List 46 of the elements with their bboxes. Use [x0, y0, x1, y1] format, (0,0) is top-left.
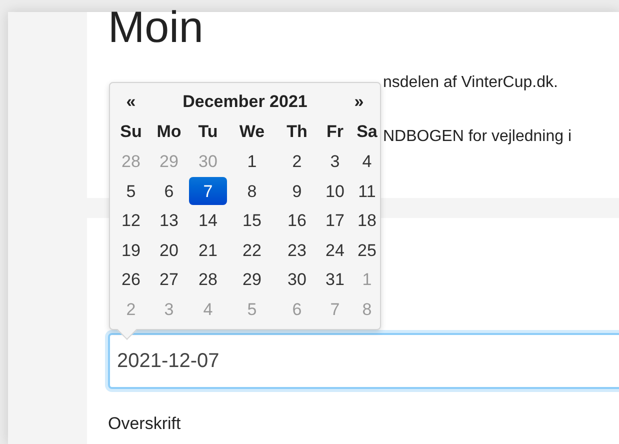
calendar-day[interactable]: 19: [120, 236, 142, 265]
calendar-day[interactable]: 11: [356, 177, 378, 206]
calendar-day[interactable]: 16: [286, 206, 308, 235]
calendar-day[interactable]: 30: [286, 266, 308, 294]
previous-month-button[interactable]: «: [113, 89, 149, 115]
calendar-day[interactable]: 20: [158, 236, 180, 265]
calendar-day[interactable]: 17: [324, 206, 346, 235]
weekday-header: We: [238, 121, 266, 144]
calendar-day[interactable]: 31: [324, 266, 346, 294]
calendar-day[interactable]: 23: [286, 236, 308, 265]
weekday-header: Th: [286, 121, 308, 144]
calendar-day[interactable]: 8: [245, 177, 259, 206]
weekday-header: Tu: [197, 121, 219, 144]
calendar-day[interactable]: 12: [120, 206, 142, 235]
calendar-day[interactable]: 4: [360, 148, 374, 176]
month-title-button[interactable]: December 2021: [149, 89, 341, 115]
calendar-day[interactable]: 21: [196, 236, 220, 265]
calendar-day[interactable]: 13: [158, 206, 180, 235]
calendar-day[interactable]: 27: [158, 266, 180, 294]
calendar-day[interactable]: 28: [196, 266, 220, 294]
calendar-day[interactable]: 25: [356, 236, 378, 265]
calendar-day[interactable]: 1: [245, 148, 259, 176]
weekday-header: Sa: [356, 121, 378, 144]
intro-text: nsdelen af VinterCup.dk.: [383, 73, 558, 93]
calendar-day[interactable]: 14: [196, 206, 220, 235]
calendar-day[interactable]: 26: [120, 266, 142, 294]
intro-text: NDBOGEN for vejledning i: [383, 127, 572, 147]
calendar-day[interactable]: 6: [162, 177, 176, 206]
calendar-day[interactable]: 3: [328, 148, 342, 176]
calendar-day[interactable]: 5: [124, 177, 138, 206]
calendar-day[interactable]: 18: [356, 206, 378, 235]
calendar-day[interactable]: 2: [290, 148, 304, 176]
calendar-day[interactable]: 22: [240, 236, 264, 265]
weekday-header: Su: [119, 121, 143, 144]
page-heading: Moin: [108, 6, 204, 50]
calendar-day[interactable]: 10: [324, 177, 346, 206]
date-input-field[interactable]: 2021-12-07: [108, 333, 619, 389]
weekday-header: Mo: [156, 121, 182, 144]
calendar-day[interactable]: 7: [189, 177, 227, 206]
calendar-day[interactable]: 9: [290, 177, 304, 206]
next-month-button[interactable]: »: [341, 89, 377, 115]
calendar-day[interactable]: 24: [324, 236, 346, 265]
field-label: Overskrift: [108, 413, 181, 435]
calendar-day[interactable]: 15: [240, 206, 264, 235]
calendar-day[interactable]: 29: [240, 266, 264, 294]
weekday-header: Fr: [326, 121, 344, 144]
